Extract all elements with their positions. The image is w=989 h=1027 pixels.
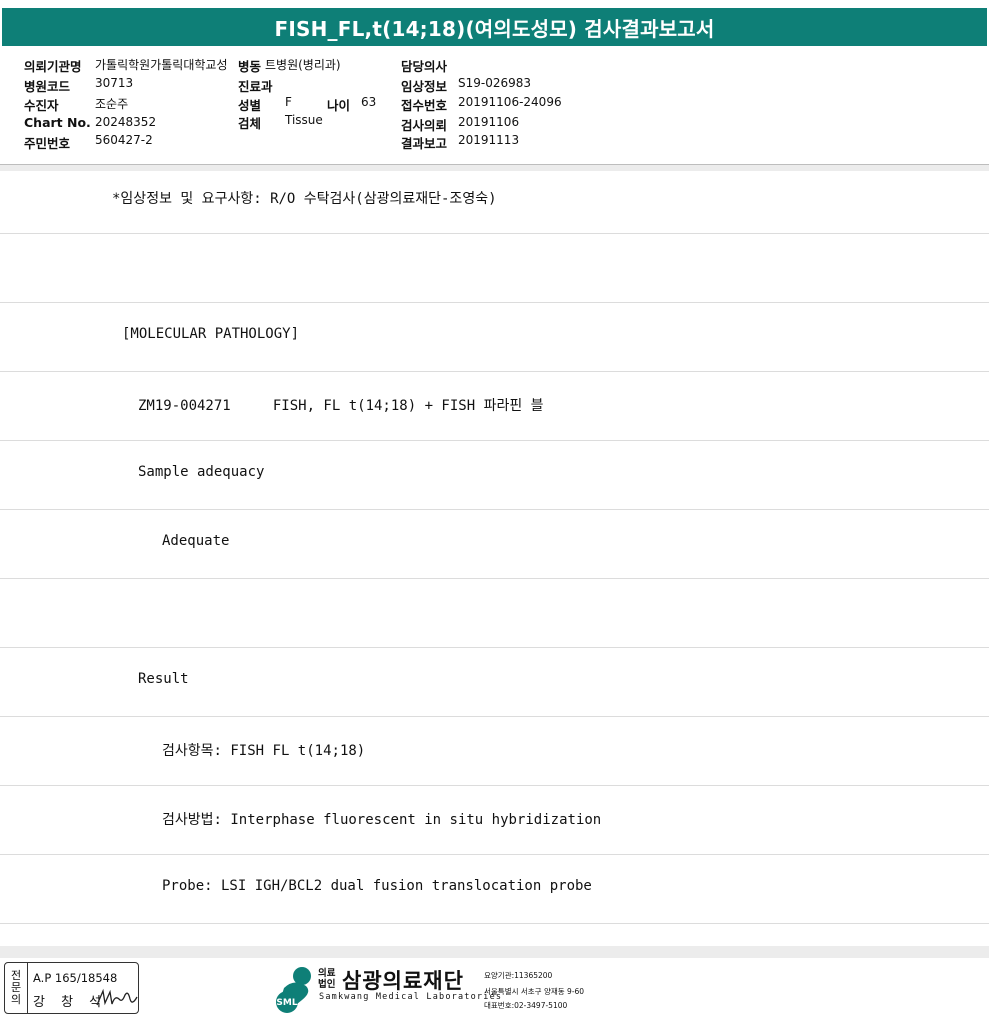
samkwang-logo: SML 의료 법인 삼광의료재단 Samkwang Medical Labora… xyxy=(272,962,592,1018)
department-label: 진료과 xyxy=(238,79,273,94)
care-code: 요양기관:11365200 xyxy=(484,971,553,980)
sex-label: 성별 xyxy=(238,98,262,113)
age-value: 63 xyxy=(361,95,377,109)
clinical-info-label: 임상정보 xyxy=(401,79,448,94)
institution-label: 의뢰기관명 xyxy=(24,59,82,74)
chart-no-label: Chart No. xyxy=(24,115,91,130)
sample-adequacy-heading: Sample adequacy xyxy=(138,464,265,480)
logo-name: 삼광의료재단 xyxy=(342,969,464,993)
sample-adequacy-value: Adequate xyxy=(162,533,230,549)
receipt-no-label: 접수번호 xyxy=(401,98,448,113)
report-row: Sample adequacy xyxy=(0,442,989,510)
specialist-vertical-label: 전 문 의 xyxy=(5,963,28,1013)
clinical-request-line: *임상정보 및 요구사항: R/O 수탁검사(삼광의료재단-조영숙) xyxy=(112,191,497,207)
logo-badge-text: SML xyxy=(276,998,297,1008)
examinee-label: 수진자 xyxy=(24,98,59,113)
report-date-value: 20191113 xyxy=(458,133,520,147)
sex-value: F xyxy=(285,95,292,109)
ward-value: 트병원(병리과) xyxy=(265,58,341,72)
receipt-no-value: 20191106-24096 xyxy=(458,95,562,109)
clinical-info-value: S19-026983 xyxy=(458,76,532,90)
specialist-signature-box: 전 문 의 A.P 165/18548 강 창 석 xyxy=(4,962,139,1014)
report-row: 검사항목: FISH FL t(14;18) xyxy=(0,718,989,786)
probe-line: Probe: LSI IGH/BCL2 dual fusion transloc… xyxy=(162,878,592,894)
report-row: Probe: LSI IGH/BCL2 dual fusion transloc… xyxy=(0,856,989,924)
sml-logo-icon: SML xyxy=(276,967,311,1013)
examinee-value: 조순주 xyxy=(95,97,129,111)
hospital-code-label: 병원코드 xyxy=(24,79,71,94)
test-method-line: 검사방법: Interphase fluorescent in situ hyb… xyxy=(162,812,602,828)
request-date-value: 20191106 xyxy=(458,115,520,129)
specimen-value: Tissue xyxy=(285,113,323,127)
ward-label: 병동 xyxy=(238,59,262,74)
report-title: FISH_FL,t(14;18)(여의도성모) 검사결과보고서 xyxy=(2,8,987,46)
report-row: [MOLECULAR PATHOLOGY] xyxy=(0,304,989,372)
report-row: Result xyxy=(0,649,989,717)
ap-number: A.P 165/18548 xyxy=(33,971,118,985)
test-item-line: 검사항목: FISH FL t(14;18) xyxy=(162,743,366,759)
content-bottom-divider xyxy=(0,946,989,958)
institution-value: 가톨릭학원가톨릭대학교성 xyxy=(95,58,228,72)
result-heading: Result xyxy=(138,671,189,687)
patient-info-section: 의뢰기관명 가톨릭학원가톨릭대학교성 병동 트병원(병리과) 병원코드 3071… xyxy=(0,48,989,165)
section-heading: [MOLECULAR PATHOLOGY] xyxy=(122,326,300,342)
resident-no-label: 주민번호 xyxy=(24,136,71,151)
logo-english: Samkwang Medical Laboratories xyxy=(319,992,503,1002)
logo-small-top: 의료 xyxy=(318,968,336,979)
specimen-label: 검체 xyxy=(238,116,262,131)
specialist-char: 의 xyxy=(10,993,22,1006)
report-row xyxy=(0,235,989,303)
report-row: Adequate xyxy=(0,511,989,579)
chart-no-value: 20248352 xyxy=(95,115,157,129)
report-row: 검사방법: Interphase fluorescent in situ hyb… xyxy=(0,787,989,855)
report-row: ZM19-004271 FISH, FL t(14;18) + FISH 파라핀… xyxy=(0,373,989,441)
hospital-code-value: 30713 xyxy=(95,76,134,90)
report-date-label: 결과보고 xyxy=(401,136,448,151)
test-code-line: ZM19-004271 FISH, FL t(14;18) + FISH 파라핀… xyxy=(138,398,544,414)
report-footer: 전 문 의 A.P 165/18548 강 창 석 SML 의료 법인 삼광의료… xyxy=(0,958,989,1027)
doctor-label: 담당의사 xyxy=(401,59,448,74)
logo-corp-label: 의료 법인 xyxy=(318,968,335,990)
signature-icon xyxy=(96,988,138,1006)
age-label: 나이 xyxy=(327,98,351,113)
logo-small-bottom: 법인 xyxy=(318,979,336,990)
report-row xyxy=(0,580,989,648)
address: 서울특별시 서초구 양재동 9-60 xyxy=(484,987,585,996)
request-date-label: 검사의뢰 xyxy=(401,118,448,133)
phone: 대표번호:02-3497-5100 xyxy=(484,1001,568,1010)
resident-no-value: 560427-2 xyxy=(95,133,153,147)
report-row: *임상정보 및 요구사항: R/O 수탁검사(삼광의료재단-조영숙) xyxy=(0,166,989,234)
